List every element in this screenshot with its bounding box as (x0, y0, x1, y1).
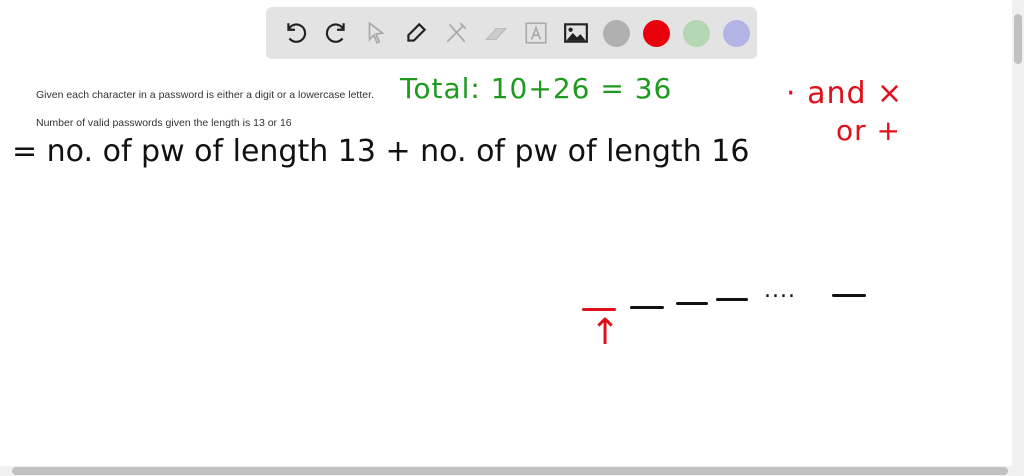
undo-icon (287, 23, 307, 43)
color-red[interactable] (636, 13, 676, 53)
redo-icon (325, 23, 345, 43)
tools-icon (446, 22, 467, 43)
color-gray[interactable] (596, 13, 636, 53)
eraser-icon (485, 28, 507, 41)
handwritten-ellipsis: .... (764, 278, 796, 303)
problem-question: Number of valid passwords given the leng… (36, 117, 292, 129)
horizontal-scrollbar[interactable] (0, 466, 1024, 476)
redo-button[interactable] (316, 13, 356, 53)
pen-button[interactable] (396, 13, 436, 53)
text-button[interactable] (516, 13, 556, 53)
color-purple[interactable] (716, 13, 756, 53)
handwritten-equation: = no. of pw of length 13 + no. of pw of … (12, 134, 750, 169)
vertical-scrollbar[interactable] (1012, 0, 1024, 466)
undo-button[interactable] (276, 13, 316, 53)
handwritten-and-times: · and × (786, 76, 904, 111)
handwritten-total: Total: 10+26 = 36 (400, 72, 673, 105)
vertical-scroll-thumb[interactable] (1014, 14, 1022, 64)
slot-last (832, 294, 866, 297)
color-green[interactable] (676, 13, 716, 53)
image-button[interactable] (556, 13, 596, 53)
problem-statement: Given each character in a password is ei… (36, 89, 374, 101)
handwritten-or-plus: or + (836, 114, 902, 147)
slot (676, 302, 708, 305)
slot (716, 298, 748, 301)
eraser-button[interactable] (476, 13, 516, 53)
drawing-toolbar (266, 7, 757, 59)
text-icon (525, 22, 547, 44)
slot (630, 306, 664, 309)
horizontal-scroll-thumb[interactable] (12, 467, 1008, 475)
pointer-icon (368, 21, 385, 44)
pen-icon (407, 22, 427, 42)
slot-first (582, 308, 616, 311)
image-icon (564, 23, 588, 43)
tools-button[interactable] (436, 13, 476, 53)
handwritten-arrow: ↑ (590, 312, 622, 353)
select-button[interactable] (356, 13, 396, 53)
